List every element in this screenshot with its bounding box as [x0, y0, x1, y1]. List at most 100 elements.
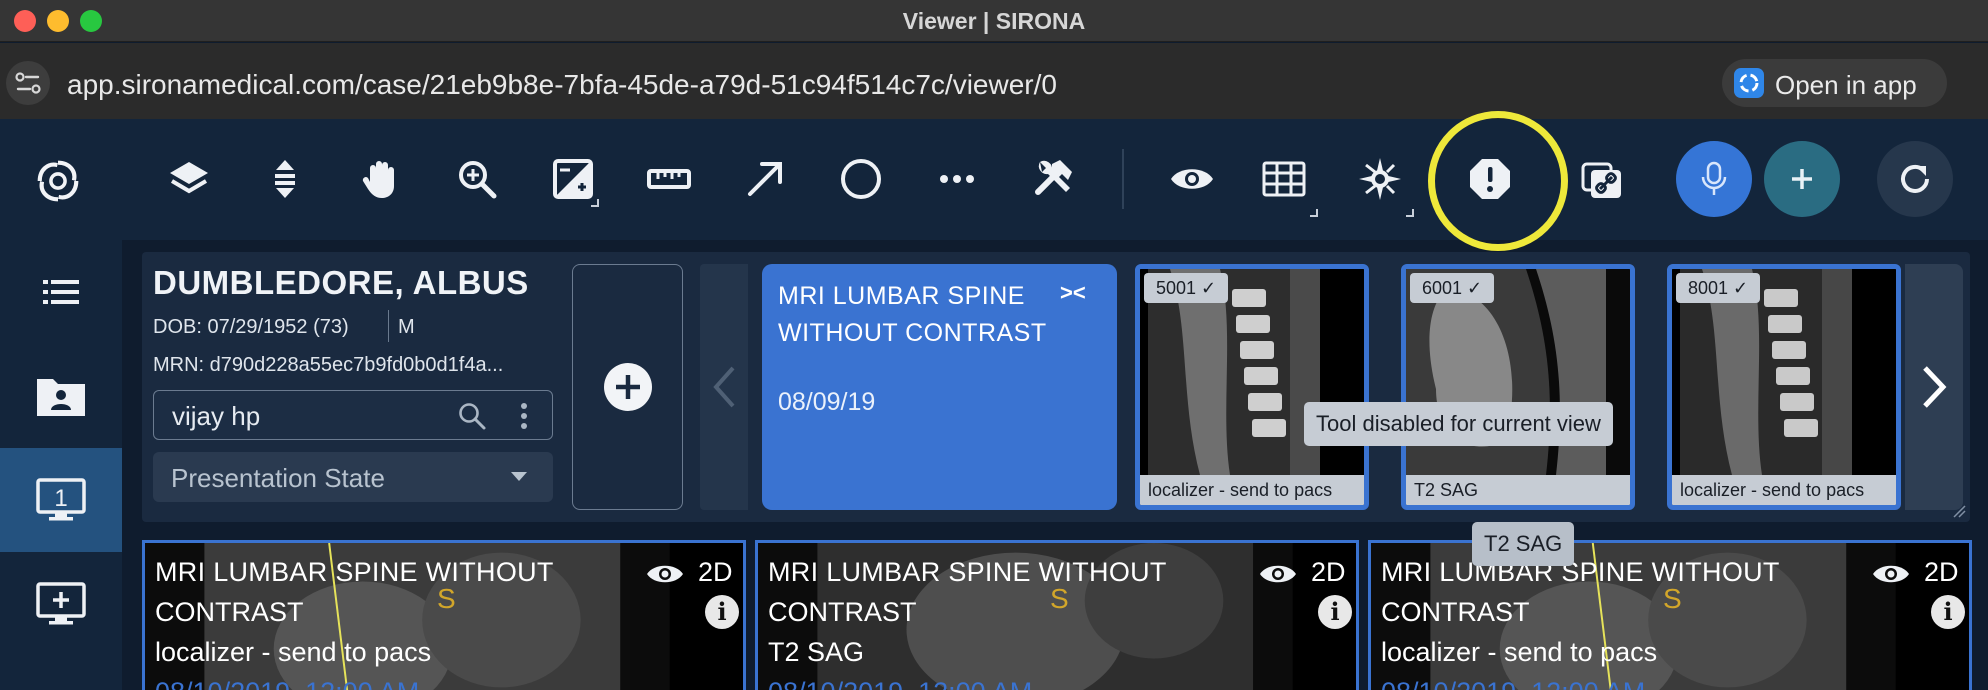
microphone-icon [1701, 161, 1727, 195]
eye-icon[interactable] [1871, 561, 1911, 587]
site-info-button[interactable] [6, 61, 50, 105]
link-icon[interactable] [1570, 147, 1634, 211]
add-study-button[interactable] [572, 264, 683, 510]
study-card[interactable]: MRI LUMBAR SPINE WITHOUT CONTRAST 08/09/… [762, 264, 1117, 510]
previous-series-button[interactable] [700, 264, 748, 510]
sidebar-item-monitor-1[interactable]: 1 [0, 448, 122, 552]
viewport-date-line: 08/10/2019, 12:00 AM [155, 677, 419, 690]
patient-folder-icon [37, 379, 85, 416]
plus-circle-icon [603, 363, 652, 411]
zoom-icon[interactable] [445, 147, 509, 211]
viewport-series-line: localizer - send to pacs [155, 637, 432, 667]
add-monitor-icon [36, 582, 86, 625]
series-thumbnail[interactable]: 5001 ✓ localizer - send to pacs [1135, 264, 1369, 510]
kebab-menu-icon[interactable] [518, 401, 530, 431]
chevron-right-icon [1923, 366, 1947, 408]
layers-icon[interactable] [157, 147, 221, 211]
patient-name: DUMBLEDORE, ALBUS [153, 264, 529, 301]
sirona-app-icon [1734, 68, 1764, 98]
view-mode-label[interactable]: 2D [698, 557, 733, 588]
window-titlebar: Viewer | SIRONA [0, 0, 1988, 42]
study-date: 08/09/19 [778, 388, 876, 416]
circle-icon[interactable] [829, 147, 893, 211]
patient-mrn: MRN: d790d228a55ec7b9fd0b0d1f4a... [153, 354, 504, 376]
user-search-value: vijay hp [172, 401, 261, 431]
chevron-down-icon [511, 472, 527, 481]
viewport-study-line: CONTRAST [768, 597, 917, 627]
left-sidebar: 1 [0, 240, 122, 690]
user-search-input[interactable]: vijay hp [153, 390, 553, 440]
viewport-date-line: 08/10/2019, 12:00 AM [1381, 677, 1645, 690]
orientation-marker: S [437, 583, 456, 614]
arrow-icon[interactable] [733, 147, 797, 211]
series-number: 8001 ✓ [1676, 273, 1761, 303]
viewport-study-line: MRI LUMBAR SPINE WITHOUT [768, 557, 1167, 587]
eye-icon[interactable] [645, 561, 685, 587]
ruler-icon[interactable] [637, 147, 701, 211]
info-icon[interactable]: i [1318, 595, 1352, 629]
series-thumbnail[interactable]: 6001 ✓ T2 SAG [1401, 264, 1635, 510]
sirona-logo-icon[interactable] [18, 141, 98, 221]
series-caption: T2 SAG [1406, 475, 1630, 505]
grid-layout-icon[interactable] [1252, 147, 1318, 217]
series-caption: localizer - send to pacs [1672, 475, 1896, 505]
viewport-date-line: 08/10/2019, 12:00 AM [768, 677, 1032, 690]
patient-dob: DOB: 07/29/1952 (73) [153, 316, 349, 338]
search-icon[interactable] [457, 401, 487, 431]
scroll-icon[interactable] [253, 147, 317, 211]
more-icon[interactable] [925, 147, 989, 211]
tools-icon[interactable] [1021, 147, 1085, 211]
view-mode-label[interactable]: 2D [1924, 557, 1959, 588]
pan-hand-icon[interactable] [349, 147, 413, 211]
resize-handle-icon[interactable] [1952, 504, 1966, 518]
sidebar-item-add-monitor[interactable] [0, 552, 122, 656]
tool-disabled-tooltip: Tool disabled for current view [1304, 402, 1613, 446]
sidebar-item-worklist[interactable] [0, 240, 122, 344]
series-caption: localizer - send to pacs [1140, 475, 1364, 505]
url-field[interactable]: app.sironamedical.com/case/21eb9b8e-7bfa… [67, 69, 1057, 101]
orientation-marker: S [1050, 583, 1069, 614]
presentation-state-select[interactable]: Presentation State [153, 452, 553, 502]
viewport-3[interactable]: MRI LUMBAR SPINE WITHOUT CONTRAST locali… [1368, 540, 1972, 690]
viewport-series-line: localizer - send to pacs [1381, 637, 1658, 667]
list-icon [43, 280, 79, 304]
sidebar-item-patient[interactable] [0, 344, 122, 448]
patient-sex: M [398, 316, 415, 338]
viewport-study-line: MRI LUMBAR SPINE WITHOUT [155, 557, 554, 587]
plus-icon [1792, 169, 1812, 189]
window-title: Viewer | SIRONA [902, 8, 1086, 34]
window-level-icon[interactable] [541, 147, 605, 211]
add-button[interactable] [1764, 141, 1840, 217]
presentation-state-value: Presentation State [171, 463, 385, 493]
refresh-button[interactable] [1877, 141, 1953, 217]
view-mode-label[interactable]: 2D [1311, 557, 1346, 588]
open-in-app-button[interactable]: Open in app [1722, 59, 1947, 107]
viewport-1[interactable]: MRI LUMBAR SPINE WITHOUT CONTRAST locali… [142, 540, 746, 690]
toolbar-divider [1122, 149, 1124, 209]
viewport-study-line: CONTRAST [1381, 597, 1530, 627]
chevron-left-icon [713, 366, 735, 408]
viewport-2[interactable]: MRI LUMBAR SPINE WITHOUT CONTRAST T2 SAG… [755, 540, 1359, 690]
monitor-number: 1 [54, 485, 67, 512]
next-series-button[interactable] [1905, 264, 1963, 510]
collapse-icon[interactable]: >< [1060, 280, 1086, 306]
series-thumbnail[interactable]: 8001 ✓ localizer - send to pacs [1667, 264, 1901, 510]
open-in-app-label: Open in app [1775, 70, 1917, 100]
info-icon[interactable]: i [705, 595, 739, 629]
eye-icon[interactable] [1258, 561, 1298, 587]
crosshair-icon[interactable] [1348, 147, 1414, 217]
info-icon[interactable]: i [1931, 595, 1965, 629]
divider [388, 310, 389, 342]
viewport-study-line: CONTRAST [155, 597, 304, 627]
orientation-marker: S [1663, 583, 1682, 614]
series-hover-tooltip: T2 SAG [1472, 522, 1575, 566]
dictation-microphone-button[interactable] [1676, 141, 1752, 217]
study-description: MRI LUMBAR SPINE WITHOUT CONTRAST [778, 282, 1047, 347]
site-settings-icon [15, 72, 41, 94]
viewport-series-line: T2 SAG [768, 637, 865, 667]
eye-icon[interactable] [1160, 147, 1224, 211]
monitor-1-icon: 1 [36, 478, 86, 521]
series-number: 6001 ✓ [1410, 273, 1495, 303]
highlight-annotation-ring [1428, 111, 1568, 251]
viewport-study-line: MRI LUMBAR SPINE WITHOUT [1381, 557, 1780, 587]
